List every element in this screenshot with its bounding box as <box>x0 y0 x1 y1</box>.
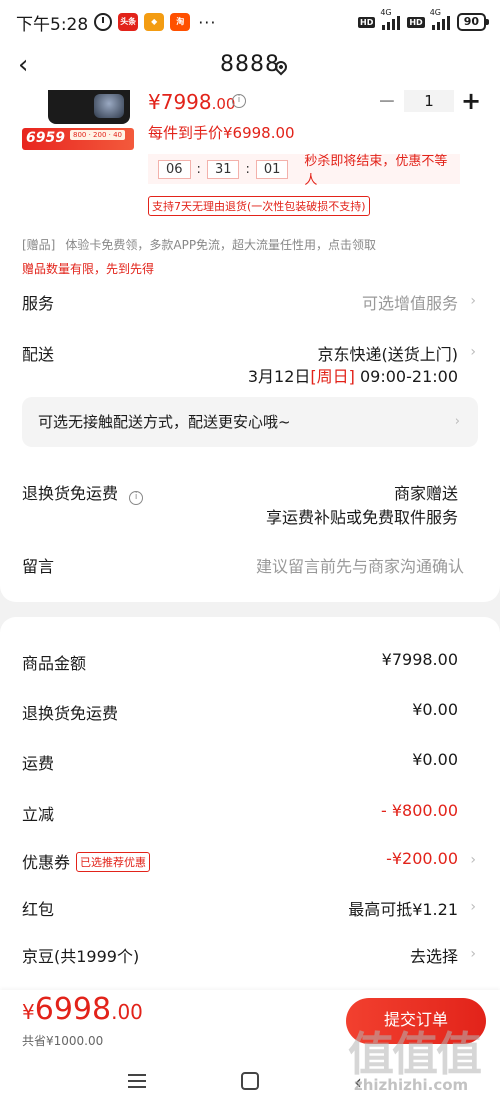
status-bar: 下午5:28 头条 ◆ 淘 ··· HD 4G HD 4G 90 <box>0 0 500 44</box>
info-icon[interactable]: i <box>129 491 144 505</box>
chevron-right-icon: › <box>470 344 476 360</box>
countdown-hours: 06 <box>158 159 191 179</box>
watermark-domain: zhizhizhi.com <box>354 1076 469 1094</box>
price-summary-card: 商品金额 ¥7998.00 退换货免运费 ¥0.00 运费 ¥0.00 立减 -… <box>0 617 500 1017</box>
service-label: 服务 <box>22 294 55 313</box>
countdown-message: 秒杀即将结束，优惠不等人 <box>304 154 448 188</box>
alarm-icon <box>94 13 113 31</box>
delivery-time: 3月12日[周日] 09:00-21:00 <box>247 367 458 386</box>
return-shipping-value: 商家赠送 <box>393 484 458 503</box>
chevron-right-icon: › <box>470 946 476 962</box>
hd-icon-2: HD <box>407 16 425 28</box>
status-time: 下午5:28 <box>16 14 89 35</box>
chevron-right-icon: › <box>470 899 476 915</box>
total-saved: 共省¥1000.00 <box>22 1034 104 1048</box>
order-item-card: 6959 800 · 200 · 40 ¥7998.00 i − 1 + 每件到… <box>0 87 500 602</box>
watermark-logo: 值值值 <box>348 1027 482 1081</box>
hd-icon: HD <box>358 16 376 28</box>
battery-icon: 90 <box>456 13 490 31</box>
returns-policy-tag: 支持7天无理由退货(一次性包装破损不支持) <box>148 196 370 216</box>
hand-price: 每件到手价¥6998.00 <box>148 124 295 142</box>
home-button[interactable] <box>241 1072 259 1090</box>
thumbnail-price-banner: 6959 800 · 200 · 40 <box>22 128 134 150</box>
countdown-seconds: 01 <box>255 159 289 179</box>
page-title: 8888 <box>220 52 280 77</box>
quantity-stepper: − 1 + <box>376 87 482 115</box>
order-total: ¥6998.00 <box>22 992 143 1027</box>
return-shipping-row[interactable]: 退换货免运费 i 商家赠送 享运费补贴或免费取件服务 <box>22 480 478 527</box>
site-watermark: 值值值 zhizhizhi.com <box>340 1018 490 1098</box>
gift-limit-note: 赠品数量有限，先到先得 <box>22 262 155 276</box>
service-row[interactable]: 服务 可选增值服务 › <box>22 290 478 313</box>
delivery-label: 配送 <box>22 345 55 364</box>
delivery-row[interactable]: 配送 京东快递(送货上门) › 3月12日[周日] 09:00-21:00 <box>22 341 478 386</box>
phone-image <box>48 90 130 124</box>
taobao-app-icon: 淘 <box>170 13 191 31</box>
service-value: 可选增值服务 <box>361 294 458 313</box>
coupon-selected-tag: 已选推荐优惠 <box>76 852 151 872</box>
page-header: ‹ 8888 <box>0 44 500 90</box>
return-shipping-label: 退换货免运费 i <box>22 480 144 505</box>
countdown-minutes: 31 <box>206 159 240 179</box>
app-icon: ◆ <box>144 13 165 31</box>
increase-quantity-button[interactable]: + <box>460 87 482 115</box>
product-thumbnail[interactable]: 6959 800 · 200 · 40 <box>22 90 134 150</box>
message-label: 留言 <box>22 557 55 576</box>
decrease-quantity-button[interactable]: − <box>376 89 398 114</box>
return-shipping-detail: 享运费补贴或免费取件服务 <box>265 508 458 527</box>
delivery-method: 京东快递(送货上门) <box>317 345 459 364</box>
contactless-delivery-option[interactable]: 可选无接触配送方式，配送更安心哦~ › <box>22 397 478 447</box>
quantity-input[interactable]: 1 <box>404 90 454 112</box>
chevron-right-icon: › <box>470 852 476 868</box>
recent-apps-button[interactable] <box>128 1074 146 1088</box>
signal-icon: 4G <box>380 8 402 30</box>
flash-sale-countdown: 06: 31: 01 秒杀即将结束，优惠不等人 <box>148 154 460 188</box>
more-notifications-icon: ··· <box>198 12 217 32</box>
gift-line[interactable]: [赠品] 体验卡免费领，多款APP免流，超大流量任性用，点击领取 <box>22 236 376 253</box>
message-input[interactable]: 建议留言前先与商家沟通确认 <box>256 553 464 577</box>
info-icon[interactable]: i <box>232 94 246 108</box>
chevron-right-icon: › <box>454 414 460 429</box>
product-price: ¥7998.00 <box>148 90 236 114</box>
signal-icon-2: 4G <box>430 8 452 30</box>
chevron-right-icon: › <box>470 293 476 309</box>
toutiao-app-icon: 头条 <box>118 13 139 31</box>
message-row[interactable]: 留言 建议留言前先与商家沟通确认 <box>22 553 478 577</box>
